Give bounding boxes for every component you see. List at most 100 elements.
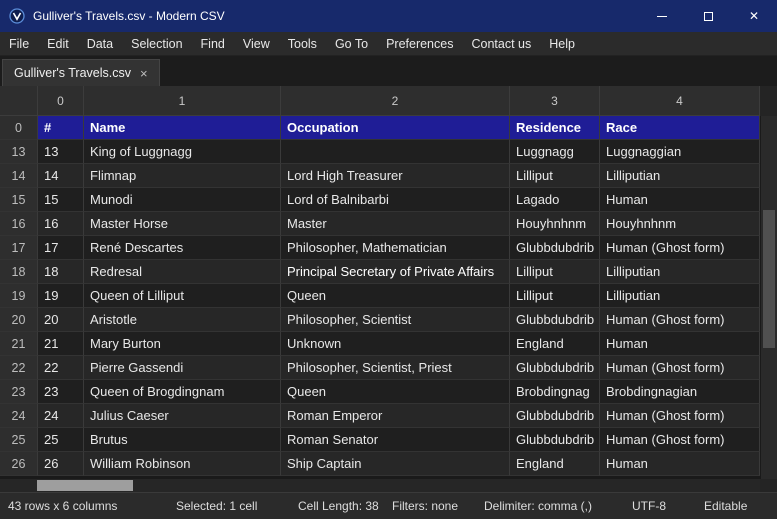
grid-cell[interactable]: Human (Ghost form) xyxy=(600,356,760,380)
grid-cell[interactable]: Human (Ghost form) xyxy=(600,428,760,452)
grid-cell[interactable]: 25 xyxy=(38,428,84,452)
grid-cell[interactable]: Luggnagg xyxy=(510,140,600,164)
row-index[interactable]: 20 xyxy=(0,308,38,332)
grid-cell[interactable]: Unknown xyxy=(281,332,510,356)
grid-cell[interactable]: Human xyxy=(600,332,760,356)
grid-cell[interactable]: Luggnaggian xyxy=(600,140,760,164)
status-encoding[interactable]: UTF-8 xyxy=(624,499,696,513)
grid-cell[interactable]: Human xyxy=(600,452,760,476)
menu-item-selection[interactable]: Selection xyxy=(122,32,191,56)
column-header-4[interactable]: 4 xyxy=(600,86,760,116)
status-editable[interactable]: Editable xyxy=(696,499,777,513)
grid-cell[interactable]: Philosopher, Scientist xyxy=(281,308,510,332)
grid-cell[interactable]: Human (Ghost form) xyxy=(600,404,760,428)
row-index[interactable]: 22 xyxy=(0,356,38,380)
grid-cell[interactable]: 19 xyxy=(38,284,84,308)
grid-cell[interactable]: Ship Captain xyxy=(281,452,510,476)
grid-cell[interactable]: Lilliput xyxy=(510,284,600,308)
column-header-0[interactable]: 0 xyxy=(38,86,84,116)
grid-cell[interactable]: Residence xyxy=(510,116,600,140)
column-header-3[interactable]: 3 xyxy=(510,86,600,116)
grid-cell[interactable]: Lilliput xyxy=(510,260,600,284)
grid-cell[interactable]: Lord of Balnibarbi xyxy=(281,188,510,212)
menu-item-preferences[interactable]: Preferences xyxy=(377,32,462,56)
grid-cell[interactable]: Mary Burton xyxy=(84,332,281,356)
grid-cell[interactable]: Queen of Brogdingnam xyxy=(84,380,281,404)
selected-cell[interactable]: Principal Secretary of Private Affairs xyxy=(281,260,510,284)
menu-item-view[interactable]: View xyxy=(234,32,279,56)
grid-cell[interactable]: Human (Ghost form) xyxy=(600,308,760,332)
status-filters[interactable]: Filters: none xyxy=(384,499,476,513)
grid-cell[interactable]: Occupation xyxy=(281,116,510,140)
grid-cell[interactable]: René Descartes xyxy=(84,236,281,260)
horizontal-scrollbar[interactable] xyxy=(0,479,760,492)
grid-cell[interactable]: Human xyxy=(600,188,760,212)
grid-cell[interactable]: Brobdingnag xyxy=(510,380,600,404)
grid-cell[interactable]: Human (Ghost form) xyxy=(600,236,760,260)
grid-cell[interactable]: Race xyxy=(600,116,760,140)
grid-cell[interactable]: 23 xyxy=(38,380,84,404)
grid-cell[interactable]: Queen of Lilliput xyxy=(84,284,281,308)
menu-item-go-to[interactable]: Go To xyxy=(326,32,377,56)
grid-cell[interactable]: 17 xyxy=(38,236,84,260)
grid-cell[interactable]: 21 xyxy=(38,332,84,356)
grid-cell[interactable]: 15 xyxy=(38,188,84,212)
grid-cell[interactable]: Roman Senator xyxy=(281,428,510,452)
grid-cell[interactable] xyxy=(281,140,510,164)
grid-cell[interactable]: Lilliputian xyxy=(600,164,760,188)
grid-cell[interactable]: Master xyxy=(281,212,510,236)
grid-cell[interactable]: Lagado xyxy=(510,188,600,212)
grid-cell[interactable]: Lilliputian xyxy=(600,284,760,308)
grid-cell[interactable]: Philosopher, Mathematician xyxy=(281,236,510,260)
horizontal-scrollbar-thumb[interactable] xyxy=(37,480,133,491)
row-index[interactable]: 23 xyxy=(0,380,38,404)
menu-item-edit[interactable]: Edit xyxy=(38,32,78,56)
column-header-1[interactable]: 1 xyxy=(84,86,281,116)
column-header-2[interactable]: 2 xyxy=(281,86,510,116)
menu-item-help[interactable]: Help xyxy=(540,32,584,56)
grid-cell[interactable]: Munodi xyxy=(84,188,281,212)
grid-cell[interactable]: 13 xyxy=(38,140,84,164)
grid-cell[interactable]: King of Luggnagg xyxy=(84,140,281,164)
grid-cell[interactable]: 24 xyxy=(38,404,84,428)
row-index[interactable]: 13 xyxy=(0,140,38,164)
grid-cell[interactable]: Queen xyxy=(281,284,510,308)
menu-item-find[interactable]: Find xyxy=(192,32,234,56)
vertical-scrollbar[interactable] xyxy=(760,116,777,479)
grid-cell[interactable]: # xyxy=(38,116,84,140)
grid-cell[interactable]: 18 xyxy=(38,260,84,284)
row-index[interactable]: 18 xyxy=(0,260,38,284)
tab-close-icon[interactable]: × xyxy=(140,66,148,81)
row-index[interactable]: 0 xyxy=(0,116,38,140)
maximize-button[interactable] xyxy=(685,0,731,32)
row-index[interactable]: 21 xyxy=(0,332,38,356)
grid-cell[interactable]: Glubbdubdrib xyxy=(510,236,600,260)
grid-cell[interactable]: Queen xyxy=(281,380,510,404)
grid-cell[interactable]: Lord High Treasurer xyxy=(281,164,510,188)
row-index[interactable]: 16 xyxy=(0,212,38,236)
close-button[interactable]: ✕ xyxy=(731,0,777,32)
row-index[interactable]: 14 xyxy=(0,164,38,188)
row-index[interactable]: 19 xyxy=(0,284,38,308)
grid-cell[interactable]: Aristotle xyxy=(84,308,281,332)
grid-cell[interactable]: Roman Emperor xyxy=(281,404,510,428)
grid-cell[interactable]: Glubbdubdrib xyxy=(510,404,600,428)
menu-item-data[interactable]: Data xyxy=(78,32,122,56)
grid-cell[interactable]: England xyxy=(510,452,600,476)
grid-cell[interactable]: Houyhnhnm xyxy=(510,212,600,236)
vertical-scrollbar-thumb[interactable] xyxy=(763,210,775,348)
grid-cell[interactable]: 14 xyxy=(38,164,84,188)
grid-cell[interactable]: Master Horse xyxy=(84,212,281,236)
grid-cell[interactable]: William Robinson xyxy=(84,452,281,476)
row-index[interactable]: 15 xyxy=(0,188,38,212)
tab-gullivers-travels[interactable]: Gulliver's Travels.csv × xyxy=(2,59,160,86)
grid-cell[interactable]: 22 xyxy=(38,356,84,380)
grid-cell[interactable]: Name xyxy=(84,116,281,140)
grid-cell[interactable]: Redresal xyxy=(84,260,281,284)
grid-cell[interactable]: Brobdingnagian xyxy=(600,380,760,404)
grid-cell[interactable]: Pierre Gassendi xyxy=(84,356,281,380)
grid-cell[interactable]: Glubbdubdrib xyxy=(510,428,600,452)
grid-cell[interactable]: 16 xyxy=(38,212,84,236)
minimize-button[interactable] xyxy=(639,0,685,32)
corner-cell[interactable] xyxy=(0,86,38,116)
